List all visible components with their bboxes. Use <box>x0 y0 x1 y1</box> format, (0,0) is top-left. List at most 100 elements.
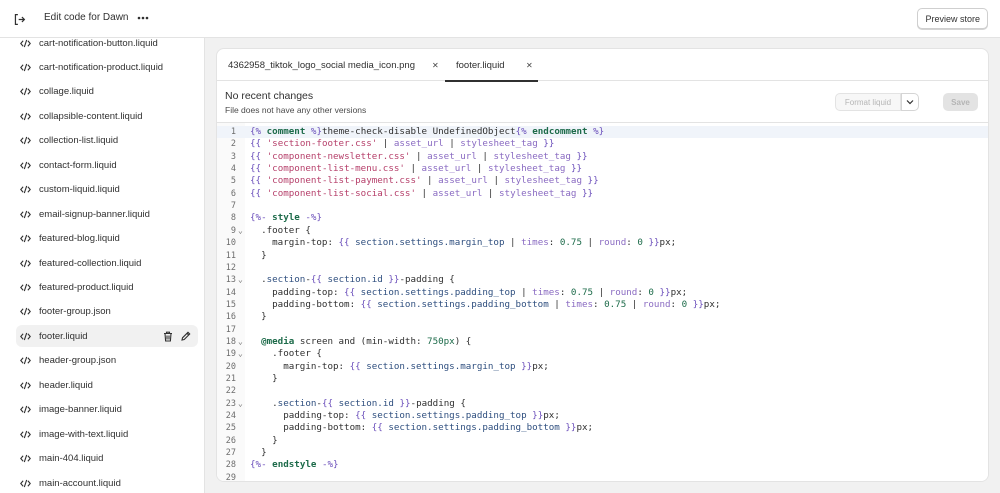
tab-label: 4362958_tiktok_logo_social media_icon.pn… <box>228 59 415 71</box>
file-item[interactable]: contact-form.liquid <box>16 154 198 176</box>
file-item[interactable]: image-banner.liquid <box>16 399 198 421</box>
file-name: collage.liquid <box>39 86 94 98</box>
code-text: margin-top: {{ section.settings.margin_t… <box>250 237 677 249</box>
line-number: 7 <box>230 201 236 212</box>
file-item[interactable]: featured-collection.liquid <box>16 252 198 274</box>
code-text: .section-{{ section.id }}-padding { <box>250 397 466 409</box>
file-item[interactable]: main-404.liquid <box>16 448 198 470</box>
file-item[interactable]: cart-notification-product.liquid <box>16 56 198 78</box>
code-file-icon <box>20 356 34 365</box>
line-number: 2 <box>230 139 236 150</box>
file-name: custom-liquid.liquid <box>39 184 120 196</box>
code-text: } <box>250 311 267 323</box>
code-line: 19 ⌄ .footer { <box>217 348 988 360</box>
line-number: 11 <box>225 250 236 261</box>
file-item[interactable]: collapsible-content.liquid <box>16 105 198 127</box>
fold-chevron-icon[interactable]: ⌄ <box>238 348 243 360</box>
code-line: 17 <box>217 324 988 336</box>
file-item[interactable]: image-with-text.liquid <box>16 423 198 445</box>
code-text: {{ 'component-list-social.css' | asset_u… <box>250 187 594 199</box>
line-number: 17 <box>225 324 236 335</box>
code-line: 26 } <box>217 434 988 447</box>
file-name: main-404.liquid <box>39 453 104 465</box>
line-number: 10 <box>225 238 236 249</box>
code-text: {{ 'component-newsletter.css' | asset_ur… <box>250 150 588 162</box>
save-button[interactable]: Save <box>943 93 978 111</box>
trash-icon[interactable] <box>162 329 174 343</box>
fold-chevron-icon[interactable]: ⌄ <box>238 225 243 237</box>
file-item[interactable]: collection-list.liquid <box>16 130 198 152</box>
format-liquid-button[interactable]: Format liquid <box>835 93 901 111</box>
file-item[interactable]: main-account.liquid <box>16 472 198 493</box>
file-item[interactable]: header.liquid <box>16 374 198 396</box>
code-line: 8 {%- style -%} <box>217 212 988 224</box>
line-number: 12 <box>225 262 236 273</box>
file-item[interactable]: custom-liquid.liquid <box>16 179 198 201</box>
exit-icon[interactable] <box>10 10 28 28</box>
file-name: header-group.json <box>39 355 117 367</box>
code-text: padding-top: {{ section.settings.padding… <box>250 286 688 298</box>
file-item[interactable]: email-signup-banner.liquid <box>16 203 198 225</box>
line-number: 1 <box>230 127 236 137</box>
tab-tiktok-logo[interactable]: 4362958_tiktok_logo_social media_icon.pn… <box>217 49 445 81</box>
code-line: 21 } <box>217 373 988 385</box>
line-number: 19 <box>225 349 236 360</box>
code-line: 14 padding-top: {{ section.settings.padd… <box>217 286 988 299</box>
code-line: 25 padding-bottom: {{ section.settings.p… <box>217 422 988 434</box>
line-number: 15 <box>225 299 236 310</box>
file-item[interactable]: collage.liquid <box>16 81 198 103</box>
code-text: } <box>250 434 278 446</box>
code-text: @media screen and (min-width: 750px) { <box>261 335 472 347</box>
fold-chevron-icon[interactable]: ⌄ <box>238 398 243 410</box>
code-line: 22 <box>217 385 988 397</box>
editor-panel: 4362958_tiktok_logo_social media_icon.pn… <box>216 48 989 482</box>
code-text: .footer { <box>250 348 322 360</box>
file-item[interactable]: header-group.json <box>16 350 198 372</box>
code-text: padding-bottom: {{ section.settings.padd… <box>250 298 721 310</box>
editor-tabs: 4362958_tiktok_logo_social media_icon.pn… <box>217 49 988 82</box>
code-file-icon <box>20 234 34 243</box>
code-file-icon <box>20 283 34 292</box>
close-icon[interactable]: ✕ <box>432 61 439 70</box>
code-line: 28 {%- endstyle -%} <box>217 459 988 471</box>
file-name: collection-list.liquid <box>39 135 119 147</box>
code-line: 12 <box>217 262 988 274</box>
code-file-icon <box>20 63 34 72</box>
chevron-down-icon[interactable] <box>901 93 919 111</box>
fold-chevron-icon[interactable]: ⌄ <box>238 336 243 348</box>
code-file-icon <box>20 112 34 121</box>
line-number: 23 <box>225 398 236 409</box>
file-item[interactable]: cart-notification-button.liquid <box>16 38 198 54</box>
code-text: {%- endstyle -%} <box>250 459 339 471</box>
fold-chevron-icon[interactable]: ⌄ <box>238 274 243 286</box>
code-file-icon <box>20 87 34 96</box>
line-number: 26 <box>225 435 236 446</box>
code-editor[interactable]: 1 {% comment %}theme-check-disable Undefi… <box>217 122 988 481</box>
file-item[interactable]: featured-product.liquid <box>16 277 198 299</box>
version-status-subtitle: File does not have any other versions <box>225 105 367 115</box>
pencil-icon[interactable] <box>180 329 192 343</box>
preview-store-button[interactable]: Preview store <box>917 8 988 29</box>
page-title: Edit code for Dawn <box>44 12 129 23</box>
code-file-icon <box>20 185 34 194</box>
close-icon[interactable]: ✕ <box>526 61 533 70</box>
code-file-icon <box>20 161 34 170</box>
code-line: 5 {{ 'component-list-payment.css' | asset… <box>217 175 988 187</box>
code-line: 27 } <box>217 447 988 459</box>
tab-footer-liquid[interactable]: footer.liquid ✕ <box>445 49 538 82</box>
line-number: 3 <box>230 151 236 162</box>
more-horizontal-icon[interactable] <box>134 9 152 27</box>
code-file-icon <box>20 332 34 341</box>
code-line: 29 <box>217 472 988 481</box>
file-name: footer.liquid <box>39 330 88 342</box>
file-name: image-banner.liquid <box>39 404 122 416</box>
line-number: 9 <box>230 225 236 236</box>
line-number: 8 <box>230 213 236 224</box>
file-name: featured-blog.liquid <box>39 233 120 245</box>
file-item[interactable]: footer-group.json <box>16 301 198 323</box>
file-item[interactable]: featured-blog.liquid <box>16 228 198 250</box>
code-file-icon <box>20 430 34 439</box>
file-item[interactable]: footer.liquid <box>16 325 198 348</box>
line-number: 4 <box>230 164 236 175</box>
code-file-icon <box>20 454 34 463</box>
